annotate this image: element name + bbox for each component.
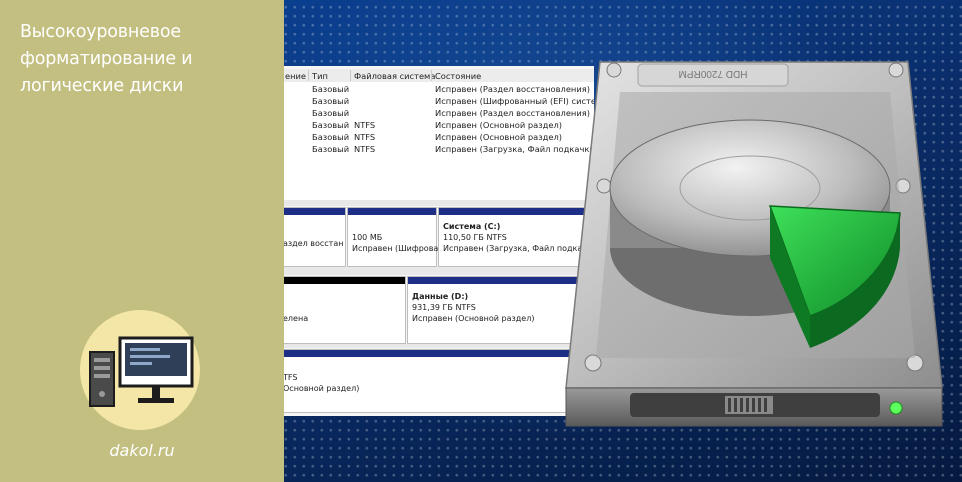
partition-recovery[interactable]: аздел восстан <box>284 207 346 267</box>
volume-list-header: ение Тип Файловая система Состояние <box>284 69 594 83</box>
article-title: Высокоуровневое форматирование и логичес… <box>20 19 270 100</box>
column-layout[interactable]: ение <box>285 71 306 81</box>
hdd-label: HDD 7200RPM <box>679 68 748 79</box>
partition-disk2[interactable]: TFS Основной раздел) <box>284 349 594 413</box>
pane-divider <box>284 267 594 275</box>
disk-management-window: ение Тип Файловая система Состояние Базо… <box>284 66 594 416</box>
column-status[interactable]: Состояние <box>435 71 481 81</box>
title-line-2: форматирование и <box>20 49 193 69</box>
partition-name: Система (C:) <box>443 222 501 231</box>
volume-row[interactable]: Базовый NTFS Исправен (Загрузка, Файл по… <box>284 144 594 156</box>
partition-efi[interactable]: 100 МБ Исправен (Шифрова <box>347 207 438 267</box>
volume-row[interactable]: Базовый NTFS Исправен (Основной раздел) <box>284 120 594 132</box>
screw <box>606 62 622 78</box>
volume-row[interactable]: Базовый Исправен (Шифрованный (EFI) сист… <box>284 96 594 108</box>
partition-name: Данные (D:) <box>412 292 469 301</box>
volume-row[interactable]: Базовый Исправен (Раздел восстановления) <box>284 84 594 96</box>
volume-row[interactable]: Базовый Исправен (Раздел восстановления) <box>284 108 594 120</box>
title-line-3: логические диски <box>20 76 184 96</box>
computer-icon <box>89 336 194 407</box>
column-type[interactable]: Тип <box>312 71 328 81</box>
partition-unallocated[interactable]: елена <box>284 276 406 344</box>
pane-divider <box>284 344 594 348</box>
screw <box>596 178 612 194</box>
hdd-illustration: HDD 7200RPM <box>565 61 943 427</box>
volume-list: Базовый Исправен (Раздел восстановления)… <box>284 82 594 200</box>
activity-led <box>889 401 903 415</box>
screw <box>888 62 904 78</box>
volume-row[interactable]: Базовый NTFS Исправен (Основной раздел) <box>284 132 594 144</box>
column-filesystem[interactable]: Файловая система <box>354 71 435 81</box>
pane-divider <box>284 200 594 206</box>
site-name[interactable]: dakol.ru <box>0 441 284 460</box>
left-panel: Высокоуровневое форматирование и логичес… <box>0 0 284 482</box>
title-line-1: Высокоуровневое <box>20 22 181 42</box>
